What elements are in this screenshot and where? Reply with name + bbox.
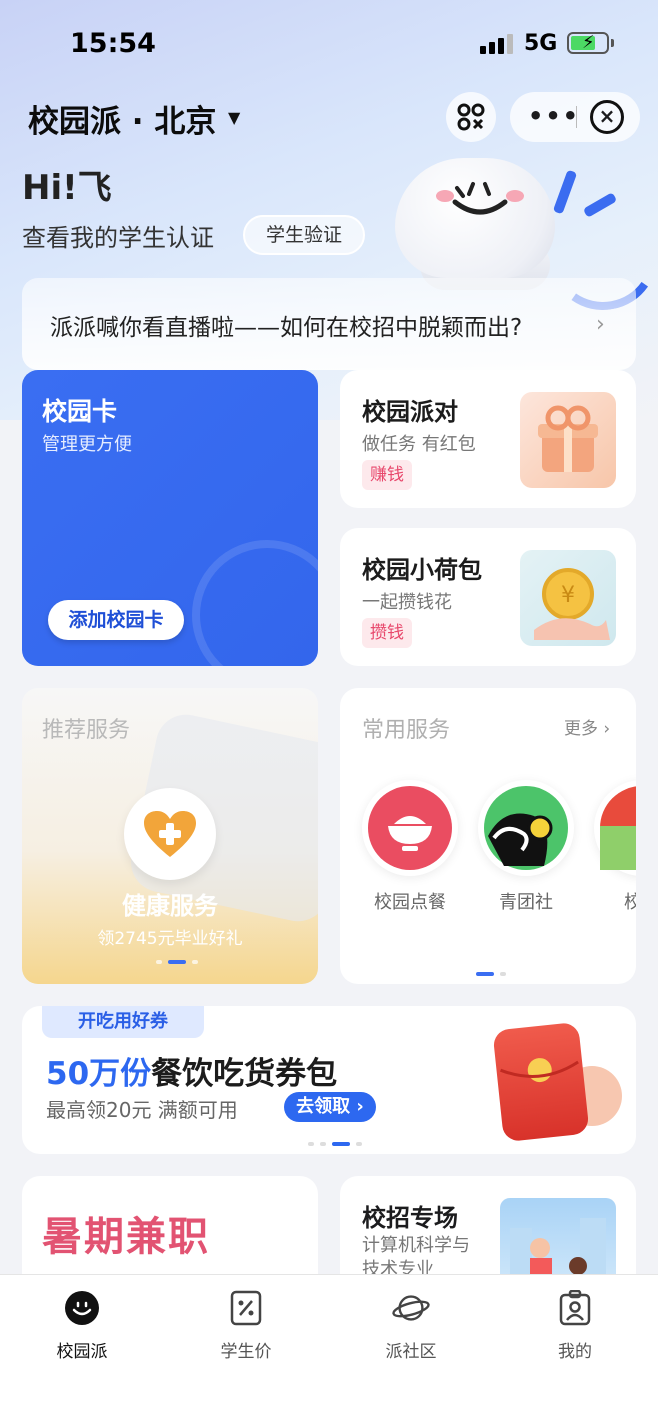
- service-qingtuan[interactable]: 青团社: [478, 780, 574, 914]
- coupon-subtext: 最高领20元 满额可用: [46, 1098, 238, 1122]
- city-selector[interactable]: 校园派 · 北京: [28, 96, 216, 141]
- caret-down-icon[interactable]: ▼: [228, 108, 240, 127]
- add-campus-card-button[interactable]: 添加校园卡: [48, 600, 184, 640]
- profile-icon: [556, 1289, 594, 1327]
- coupon-headline-rest: 餐饮吃货券包: [151, 1056, 338, 1092]
- gift-box-icon: [520, 392, 616, 488]
- decorative-arc: [192, 540, 318, 666]
- tab-label: 学生价: [220, 1342, 272, 1362]
- earn-tag: 赚钱: [362, 460, 412, 490]
- campus-icon: [594, 780, 636, 876]
- campus-card-subtitle: 管理更方便: [42, 434, 132, 455]
- health-service-name: 健康服务: [122, 892, 218, 920]
- recruit-title: 校招专场: [362, 1204, 458, 1232]
- service-label: 校园点餐: [374, 892, 446, 913]
- campus-card-panel[interactable]: 校园卡 管理更方便 添加校园卡: [22, 370, 318, 666]
- carousel-indicator: [156, 960, 198, 964]
- claim-button[interactable]: 去领取 ›: [284, 1092, 376, 1122]
- tab-bar: 校园派 学生价 派社区 我的: [0, 1274, 658, 1424]
- qingtuan-icon: [478, 780, 574, 876]
- capsule-divider: [576, 106, 577, 128]
- service-campus-order[interactable]: 校园点餐: [362, 780, 458, 914]
- campus-card-title: 校园卡: [42, 397, 118, 426]
- status-time: 15:54: [70, 28, 156, 59]
- more-link[interactable]: 更多 ›: [564, 714, 610, 739]
- carousel-indicator: [308, 1142, 362, 1146]
- health-heart-icon: [124, 788, 216, 880]
- tab-label: 我的: [558, 1342, 592, 1362]
- tab-community[interactable]: 派社区: [361, 1289, 461, 1362]
- miniapp-capsule: ••• ×: [510, 92, 640, 142]
- claim-button-label: 去领取: [296, 1096, 357, 1117]
- scan-button[interactable]: [446, 92, 496, 142]
- signal-icon: [480, 34, 514, 54]
- coupon-highlight: 50万份: [46, 1056, 152, 1092]
- campus-wallet-card[interactable]: 校园小荷包 一起攒钱花 攒钱 ¥: [340, 528, 636, 666]
- tab-profile[interactable]: 我的: [525, 1289, 625, 1362]
- home-face-icon: [63, 1289, 101, 1327]
- network-type: 5G: [524, 31, 558, 56]
- card-title: 校园派对: [362, 398, 458, 426]
- carousel-indicator: [476, 972, 506, 976]
- recommend-service-card[interactable]: 推荐服务 健康服务 领2745元毕业好礼: [22, 688, 318, 984]
- service-label: 青团社: [499, 892, 553, 913]
- battery-icon: ⚡: [567, 32, 609, 54]
- rice-bowl-icon: [362, 780, 458, 876]
- more-label: 更多: [564, 719, 598, 739]
- student-verify-button[interactable]: 学生验证: [243, 215, 365, 255]
- tab-label: 派社区: [385, 1342, 437, 1362]
- discount-icon: [227, 1289, 265, 1327]
- campus-party-card[interactable]: 校园派对 做任务 有红包 赚钱: [340, 370, 636, 508]
- battery-cap: [611, 39, 614, 47]
- mascot-illustration: [395, 158, 555, 278]
- save-tag: 攒钱: [362, 618, 412, 648]
- more-icon[interactable]: •••: [528, 102, 580, 130]
- card-subtitle: 做任务 有红包: [362, 434, 476, 455]
- service-campus[interactable]: 校园: [594, 780, 636, 914]
- svg-text:¥: ¥: [561, 583, 575, 608]
- red-envelope-icon: [492, 1021, 590, 1143]
- planet-icon: [392, 1289, 430, 1327]
- scan-icon: [457, 103, 485, 131]
- common-services-card: 常用服务 更多 › 校园点餐 青团社 校: [340, 688, 636, 984]
- coupon-chip: 开吃用好券: [42, 1006, 204, 1038]
- live-banner-text[interactable]: 派派喊你看直播啦——如何在校招中脱颖而出?: [50, 308, 522, 342]
- service-label: 校园: [624, 892, 636, 913]
- coin-hand-icon: ¥: [520, 550, 616, 646]
- close-icon[interactable]: ×: [590, 100, 624, 134]
- greeting: Hi!飞: [22, 168, 112, 208]
- tab-home[interactable]: 校园派: [32, 1289, 132, 1362]
- summer-job-title: 暑期兼职: [42, 1214, 210, 1260]
- coupon-headline: 50万份餐饮吃货券包: [46, 1048, 337, 1093]
- tab-student-price[interactable]: 学生价: [196, 1289, 296, 1362]
- verify-prompt[interactable]: 查看我的学生认证: [22, 218, 214, 253]
- chevron-right-icon[interactable]: ›: [596, 312, 605, 337]
- health-service-desc: 领2745元毕业好礼: [97, 929, 243, 949]
- coupon-banner[interactable]: 开吃用好券 50万份餐饮吃货券包 最高领20元 满额可用 去领取 ›: [22, 1006, 636, 1154]
- card-subtitle: 一起攒钱花: [362, 592, 452, 613]
- recommend-heading: 推荐服务: [42, 718, 131, 743]
- tab-label: 校园派: [56, 1342, 108, 1362]
- card-title: 校园小荷包: [362, 556, 482, 584]
- common-services-heading: 常用服务: [362, 718, 451, 743]
